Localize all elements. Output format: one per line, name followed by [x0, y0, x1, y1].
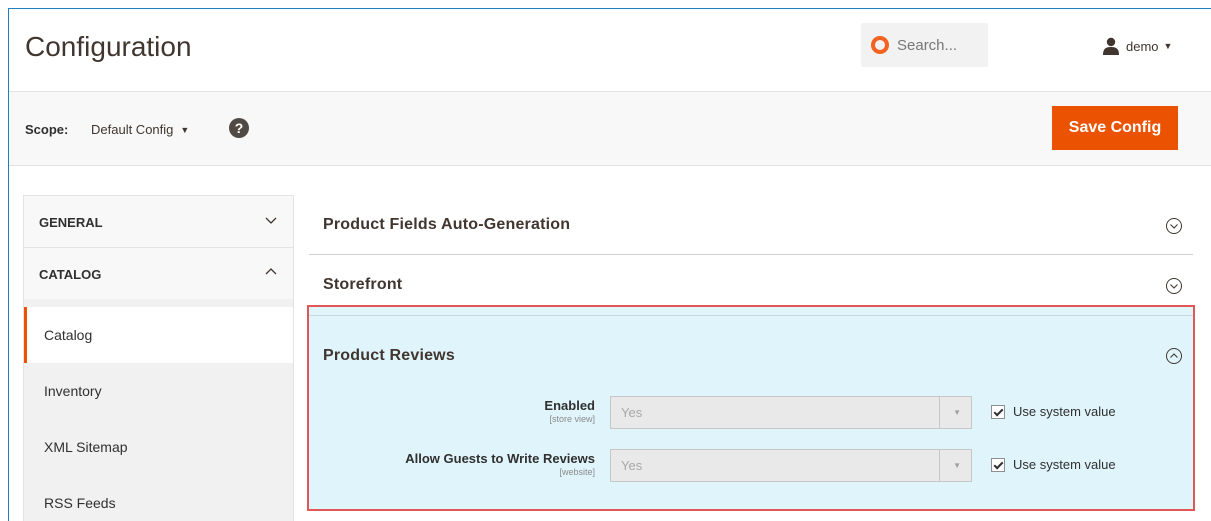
sidebar-group-title: CATALOG	[39, 267, 102, 282]
field-scope-text: [store view]	[549, 414, 595, 424]
use-system-label: Use system value	[1013, 404, 1116, 419]
field-row-allow-guests: Allow Guests to Write Reviews [website] …	[309, 449, 1193, 483]
expand-circle-icon	[1166, 278, 1182, 294]
use-system-value-checkbox[interactable]: Use system value	[991, 457, 1116, 472]
scope-value: Default Config	[91, 122, 174, 137]
field-row-enabled: Enabled [store view] Yes ▼ Use system va…	[309, 396, 1193, 430]
sidebar-group-general[interactable]: GENERAL	[23, 195, 294, 247]
page-title: Configuration	[25, 31, 192, 62]
checkbox-checked-icon	[991, 404, 1005, 419]
use-system-value-checkbox[interactable]: Use system value	[991, 404, 1116, 419]
field-scope-text: [website]	[559, 467, 595, 477]
select-divider	[939, 450, 940, 481]
section-title: Product Fields Auto-Generation	[323, 216, 571, 233]
collapse-circle-icon	[1166, 348, 1182, 364]
caret-down-icon: ▼	[953, 461, 961, 470]
magento-search-icon	[871, 36, 889, 54]
sidebar-item-label: RSS Feeds	[44, 495, 116, 511]
section-product-fields-auto-generation[interactable]: Product Fields Auto-Generation	[309, 195, 1193, 255]
chevron-up-icon	[265, 268, 277, 275]
checkbox-checked-icon	[991, 457, 1005, 472]
sidebar-item-catalog[interactable]: Catalog	[24, 307, 293, 363]
select-value: Yes	[621, 405, 643, 420]
global-search[interactable]: Search...	[861, 23, 988, 67]
section-product-reviews-body: Product Reviews Enabled [store view] Yes…	[309, 315, 1193, 505]
field-label: Allow Guests to Write Reviews [website]	[405, 451, 595, 477]
search-placeholder: Search...	[897, 36, 958, 54]
sidebar-items: Catalog Inventory XML Sitemap RSS Feeds	[23, 299, 294, 521]
select-divider	[939, 397, 940, 428]
user-name: demo	[1126, 38, 1159, 54]
help-icon[interactable]: ?	[229, 118, 249, 138]
sidebar-item-xml-sitemap[interactable]: XML Sitemap	[24, 419, 293, 475]
allow-guests-select[interactable]: Yes ▼	[610, 449, 972, 482]
section-storefront[interactable]: Storefront	[309, 255, 1193, 315]
save-config-button[interactable]: Save Config	[1052, 106, 1178, 150]
chevron-down-icon	[265, 217, 277, 224]
sidebar-item-label: Inventory	[44, 383, 102, 399]
section-product-reviews: Product Reviews Enabled [store view] Yes…	[307, 305, 1195, 511]
config-sidebar: GENERAL CATALOG Catalog Inventory XML Si…	[23, 195, 294, 521]
sidebar-item-inventory[interactable]: Inventory	[24, 363, 293, 419]
sidebar-group-catalog[interactable]: CATALOG	[23, 247, 294, 299]
page-header: Configuration Search... demo ▼	[9, 9, 1211, 91]
field-label-text: Allow Guests to Write Reviews	[405, 451, 595, 466]
section-title: Storefront	[323, 276, 403, 293]
sidebar-item-rss-feeds[interactable]: RSS Feeds	[24, 475, 293, 521]
app-frame: Configuration Search... demo ▼ Scope: De…	[8, 8, 1211, 521]
config-main: Product Fields Auto-Generation Storefron…	[309, 195, 1193, 315]
caret-down-icon: ▼	[953, 408, 961, 417]
use-system-label: Use system value	[1013, 457, 1116, 472]
caret-down-icon: ▼	[180, 124, 190, 135]
sidebar-item-label: XML Sitemap	[44, 439, 128, 455]
expand-circle-icon	[1166, 218, 1182, 234]
select-value: Yes	[621, 458, 643, 473]
sidebar-group-title: GENERAL	[39, 215, 103, 230]
sidebar-item-label: Catalog	[44, 327, 93, 343]
field-label-text: Enabled	[544, 398, 595, 413]
caret-down-icon: ▼	[1163, 41, 1173, 51]
field-label: Enabled [store view]	[544, 398, 595, 424]
enabled-select[interactable]: Yes ▼	[610, 396, 972, 429]
section-title: Product Reviews	[323, 347, 455, 364]
user-menu[interactable]: demo ▼	[1102, 37, 1172, 55]
scope-switcher[interactable]: Default Config ▼	[91, 122, 189, 137]
scope-bar: Scope: Default Config ▼ ? Save Config	[9, 91, 1211, 166]
scope-label: Scope:	[25, 122, 69, 137]
user-icon	[1103, 37, 1119, 55]
